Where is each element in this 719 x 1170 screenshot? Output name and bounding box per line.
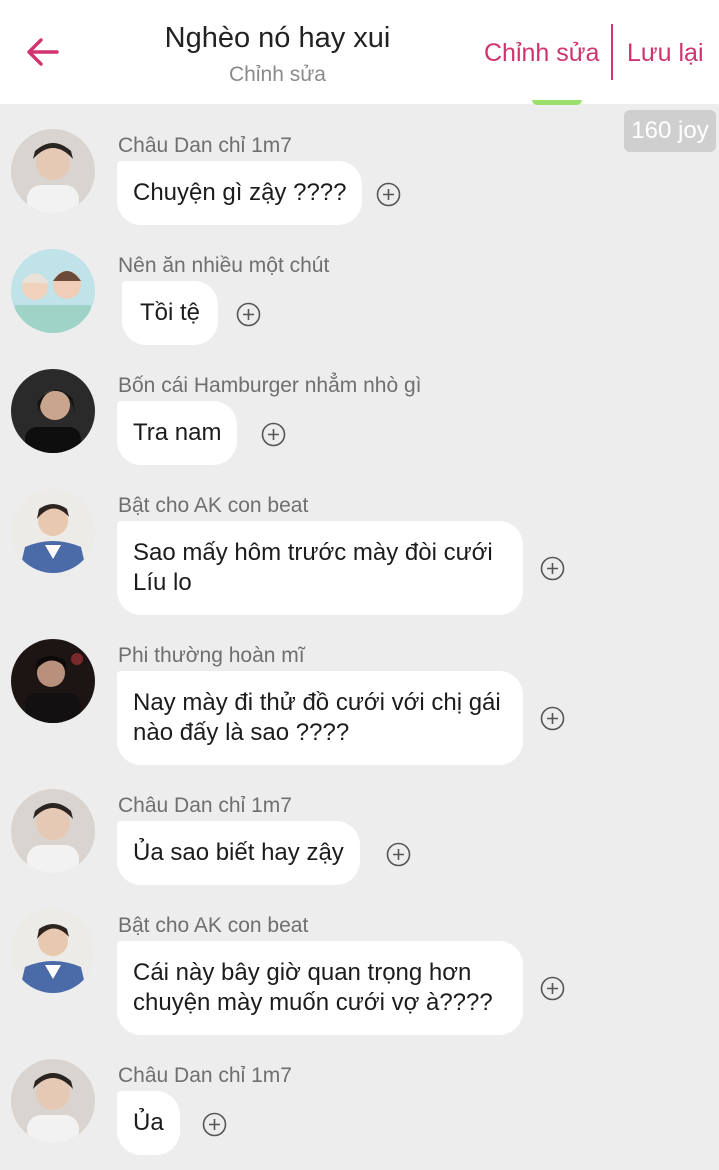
joy-badge: 160 joy (624, 110, 716, 152)
scroll-indicator (532, 100, 582, 105)
avatar[interactable] (11, 789, 95, 873)
message-bubble[interactable]: Tồi tệ (122, 281, 219, 345)
back-button[interactable] (22, 30, 62, 74)
message-bubble[interactable]: Cái này bây giờ quan trọng hơn chuyện mà… (117, 941, 523, 1035)
avatar[interactable] (11, 369, 95, 453)
top-bar: Nghèo nó hay xui Chỉnh sửa Chỉnh sửa Lưu… (0, 0, 719, 104)
add-reaction-icon[interactable] (261, 422, 286, 447)
title-block: Nghèo nó hay xui Chỉnh sửa (120, 18, 435, 90)
avatar[interactable] (11, 1059, 95, 1143)
avatar[interactable] (11, 639, 95, 723)
page-title: Nghèo nó hay xui (164, 22, 391, 54)
message-bubble[interactable]: Tra nam (117, 401, 238, 465)
sender-name: Bốn cái Hamburger nhẳm nhò gì (118, 374, 422, 397)
message-bubble[interactable]: Sao mấy hôm trước mày đòi cưới Líu lo (117, 521, 523, 615)
avatar[interactable] (11, 249, 95, 333)
add-reaction-icon[interactable] (540, 976, 565, 1001)
add-reaction-icon[interactable] (386, 842, 411, 867)
avatar[interactable] (11, 489, 95, 573)
sender-name: Bật cho AK con beat (118, 494, 309, 517)
add-reaction-icon[interactable] (540, 706, 565, 731)
edit-button[interactable]: Chỉnh sửa (484, 36, 599, 70)
add-reaction-icon[interactable] (236, 302, 261, 327)
add-reaction-icon[interactable] (376, 182, 401, 207)
sender-name: Nên ăn nhiều một chút (118, 254, 330, 277)
arrow-left-icon (27, 38, 59, 66)
header-divider (611, 24, 613, 80)
sender-name: Châu Dan chỉ 1m7 (118, 1064, 292, 1087)
sender-name: Châu Dan chỉ 1m7 (118, 134, 292, 157)
message-bubble[interactable]: Chuyện gì zậy ???? (117, 161, 363, 225)
avatar[interactable] (11, 909, 95, 993)
message-bubble[interactable]: Ủa sao biết hay zậy (117, 821, 360, 885)
add-reaction-icon[interactable] (202, 1112, 227, 1137)
add-reaction-icon[interactable] (540, 556, 565, 581)
avatar[interactable] (11, 129, 95, 213)
page-subtitle: Chỉnh sửa (229, 63, 326, 86)
sender-name: Phi thường hoàn mĩ (118, 644, 305, 667)
sender-name: Châu Dan chỉ 1m7 (118, 794, 292, 817)
message-bubble[interactable]: Nay mày đi thử đồ cưới với chị gái nào đ… (117, 671, 523, 765)
message-bubble[interactable]: Ủa (117, 1091, 180, 1155)
save-button[interactable]: Lưu lại (627, 36, 704, 70)
sender-name: Bật cho AK con beat (118, 914, 309, 937)
